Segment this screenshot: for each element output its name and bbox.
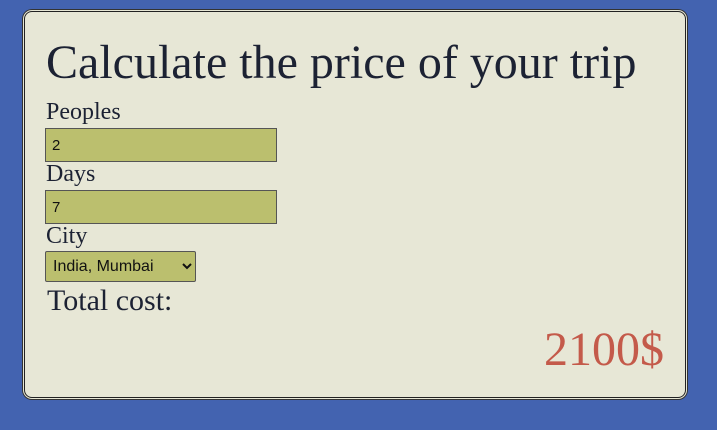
peoples-input[interactable] (45, 128, 277, 162)
city-label: City (46, 223, 88, 249)
peoples-label: Peoples (46, 99, 121, 125)
trip-calculator-card: Calculate the price of your trip Peoples… (24, 11, 686, 398)
total-cost-value: 2100$ (544, 323, 664, 376)
city-select[interactable]: India, Mumbai (45, 251, 196, 282)
days-label: Days (46, 161, 96, 187)
days-input[interactable] (45, 190, 277, 224)
page-title: Calculate the price of your trip (46, 36, 637, 89)
total-cost-label: Total cost: (47, 284, 173, 317)
